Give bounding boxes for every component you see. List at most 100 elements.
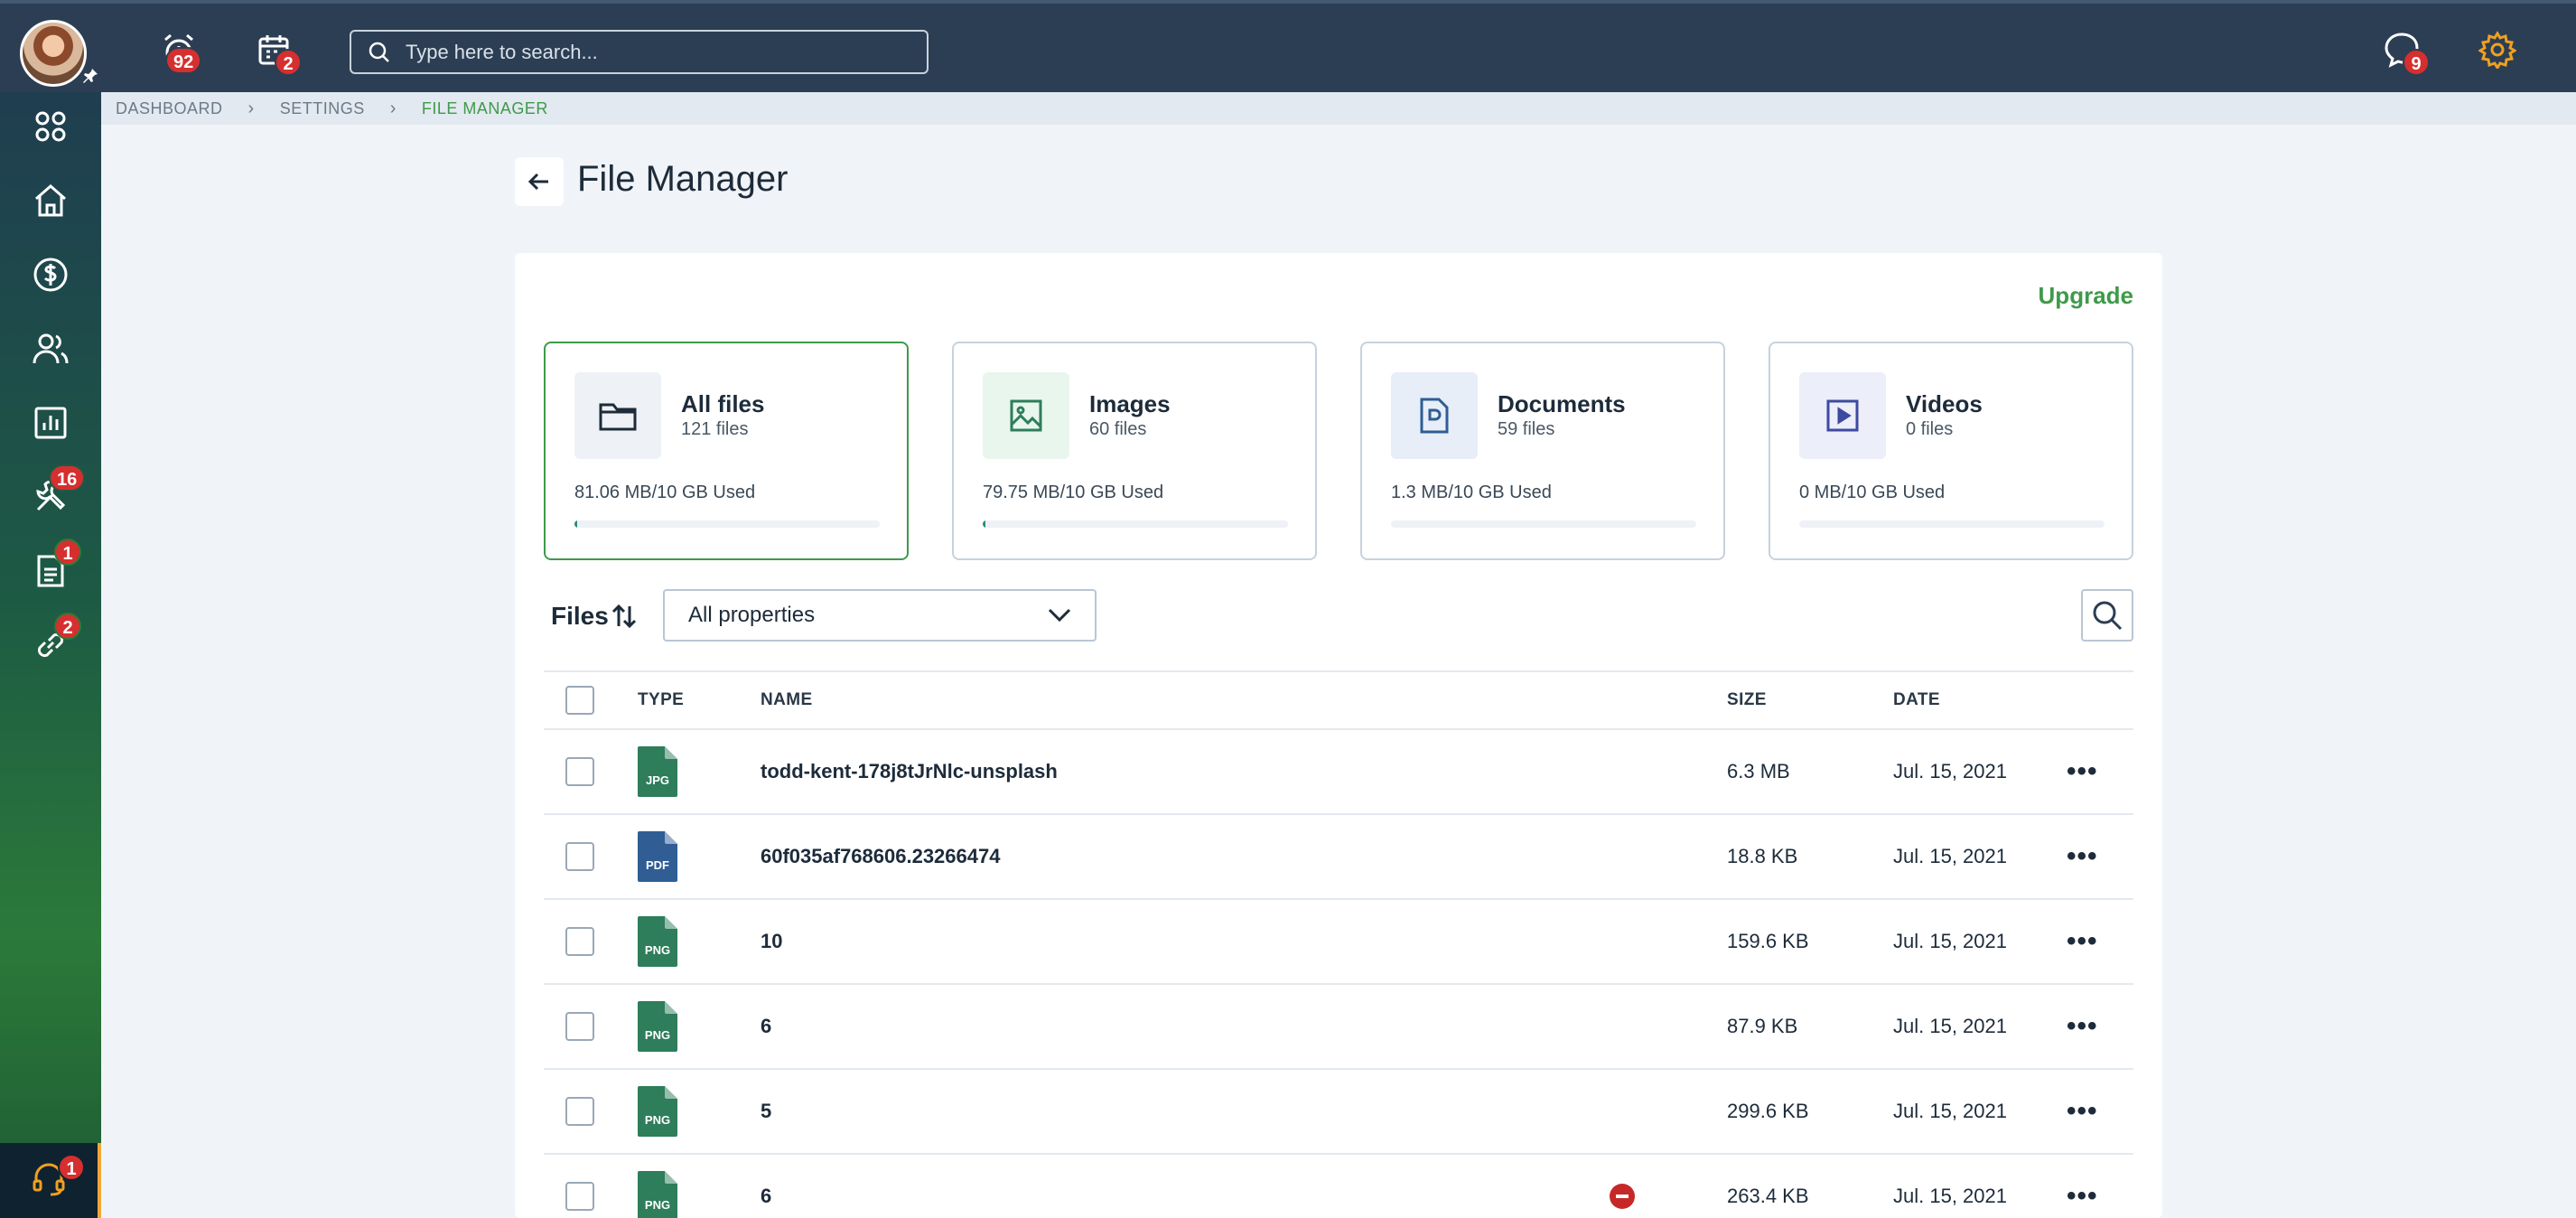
- file-size: 263.4 KB: [1727, 1185, 1809, 1207]
- remove-icon[interactable]: [1610, 1184, 1635, 1209]
- support-button[interactable]: 1: [0, 1143, 101, 1218]
- calendar-badge: 2: [275, 49, 302, 76]
- table-row[interactable]: PNG 5 299.6 KB Jul. 15, 2021 •••: [544, 1070, 2133, 1155]
- file-type-label: JPG: [646, 773, 669, 787]
- video-icon: [1799, 372, 1886, 459]
- card-used: 79.75 MB/10 GB Used: [983, 483, 1164, 502]
- table-row[interactable]: PNG 6 263.4 KB Jul. 15, 2021 •••: [544, 1155, 2133, 1218]
- search-icon: [2093, 601, 2123, 631]
- card-count: 60 files: [1089, 419, 1147, 439]
- file-size: 6.3 MB: [1727, 760, 1790, 782]
- upgrade-link[interactable]: Upgrade: [2039, 282, 2133, 310]
- dollar-icon[interactable]: [23, 248, 78, 302]
- file-type-label: PDF: [646, 858, 669, 872]
- card-images[interactable]: Images 60 files 79.75 MB/10 GB Used: [952, 342, 1317, 560]
- tools-badge: 16: [49, 464, 86, 492]
- pin-icon: [81, 67, 101, 87]
- row-checkbox[interactable]: [565, 842, 594, 871]
- header-date[interactable]: DATE: [1893, 690, 1940, 710]
- card-documents[interactable]: Documents 59 files 1.3 MB/10 GB Used: [1360, 342, 1725, 560]
- arrow-left-icon: [527, 173, 548, 191]
- card-all-files[interactable]: All files 121 files 81.06 MB/10 GB Used: [544, 342, 909, 560]
- file-type-icon: PNG: [638, 1086, 677, 1137]
- chat-icon[interactable]: 9: [2379, 27, 2430, 76]
- file-type-label: PNG: [645, 943, 670, 957]
- file-size: 87.9 KB: [1727, 1015, 1798, 1037]
- search-input[interactable]: [406, 40, 911, 64]
- card-count: 59 files: [1498, 419, 1555, 439]
- card-used: 1.3 MB/10 GB Used: [1391, 483, 1552, 502]
- file-name[interactable]: todd-kent-178j8tJrNlc-unsplash: [761, 760, 1058, 783]
- file-date: Jul. 15, 2021: [1893, 1015, 2007, 1037]
- files-sort-toggle[interactable]: Files: [551, 602, 638, 631]
- calendar-icon[interactable]: 2: [251, 27, 302, 76]
- breadcrumb-settings[interactable]: SETTINGS: [280, 99, 365, 118]
- chevron-down-icon: [1048, 608, 1071, 623]
- file-type-icon: JPG: [638, 746, 677, 797]
- links-badge: 2: [54, 613, 81, 640]
- card-videos[interactable]: Videos 0 files 0 MB/10 GB Used: [1769, 342, 2133, 560]
- file-name[interactable]: 60f035af768606.23266474: [761, 845, 1000, 868]
- apps-icon[interactable]: [23, 99, 78, 154]
- gear-icon[interactable]: [2475, 27, 2520, 72]
- files-table: TYPE NAME SIZE DATE JPG todd-kent-178j8t…: [544, 670, 2133, 1218]
- header-size[interactable]: SIZE: [1727, 690, 1767, 710]
- document-icon: [1391, 372, 1478, 459]
- file-size: 18.8 KB: [1727, 845, 1798, 867]
- more-options-icon[interactable]: •••: [2067, 756, 2098, 787]
- properties-select[interactable]: All properties: [663, 589, 1097, 642]
- file-type-label: PNG: [645, 1198, 670, 1212]
- card-used: 81.06 MB/10 GB Used: [574, 483, 756, 502]
- sort-icon: [611, 604, 636, 629]
- file-search-button[interactable]: [2081, 589, 2133, 642]
- more-options-icon[interactable]: •••: [2067, 841, 2098, 872]
- file-date: Jul. 15, 2021: [1893, 930, 2007, 952]
- file-name[interactable]: 6: [761, 1185, 771, 1208]
- file-name[interactable]: 10: [761, 930, 782, 953]
- breadcrumb-dashboard[interactable]: DASHBOARD: [116, 99, 223, 118]
- file-name[interactable]: 6: [761, 1015, 771, 1038]
- sidebar: 16 1 2: [0, 92, 101, 1218]
- storage-bar: [1799, 520, 2105, 528]
- search-box[interactable]: [350, 30, 929, 74]
- file-type-label: PNG: [645, 1113, 670, 1127]
- search-icon: [369, 42, 389, 62]
- back-button[interactable]: [515, 157, 564, 206]
- users-icon[interactable]: [23, 322, 78, 376]
- file-type-icon: PNG: [638, 1001, 677, 1052]
- row-checkbox[interactable]: [565, 927, 594, 956]
- storage-bar: [983, 520, 1288, 528]
- document-list-icon[interactable]: 1: [23, 539, 81, 598]
- file-date: Jul. 15, 2021: [1893, 760, 2007, 782]
- row-checkbox[interactable]: [565, 1012, 594, 1041]
- row-checkbox[interactable]: [565, 757, 594, 786]
- more-options-icon[interactable]: •••: [2067, 1011, 2098, 1042]
- file-size: 299.6 KB: [1727, 1100, 1809, 1122]
- card-title: Images: [1089, 390, 1171, 417]
- row-checkbox[interactable]: [565, 1182, 594, 1211]
- select-all-checkbox[interactable]: [565, 686, 594, 715]
- reports-icon[interactable]: [23, 396, 78, 450]
- table-row[interactable]: PNG 10 159.6 KB Jul. 15, 2021 •••: [544, 900, 2133, 985]
- user-avatar[interactable]: [20, 20, 87, 87]
- table-row[interactable]: PDF 60f035af768606.23266474 18.8 KB Jul.…: [544, 815, 2133, 900]
- row-checkbox[interactable]: [565, 1097, 594, 1126]
- link-icon[interactable]: 2: [23, 613, 81, 672]
- tools-icon[interactable]: 16: [23, 464, 86, 524]
- header-name[interactable]: NAME: [761, 690, 813, 710]
- table-row[interactable]: JPG todd-kent-178j8tJrNlc-unsplash 6.3 M…: [544, 730, 2133, 815]
- more-options-icon[interactable]: •••: [2067, 926, 2098, 957]
- alarm-icon[interactable]: 92: [156, 27, 202, 74]
- home-icon[interactable]: [23, 173, 78, 228]
- file-name[interactable]: 5: [761, 1100, 771, 1123]
- card-count: 121 files: [681, 419, 749, 439]
- docs-badge: 1: [54, 539, 81, 566]
- file-date: Jul. 15, 2021: [1893, 1100, 2007, 1122]
- header-type: TYPE: [638, 690, 685, 709]
- card-title: All files: [681, 390, 765, 417]
- table-row[interactable]: PNG 6 87.9 KB Jul. 15, 2021 •••: [544, 985, 2133, 1070]
- more-options-icon[interactable]: •••: [2067, 1096, 2098, 1127]
- file-type-icon: PDF: [638, 831, 677, 882]
- chevron-right-icon: ›: [247, 98, 255, 118]
- more-options-icon[interactable]: •••: [2067, 1181, 2098, 1212]
